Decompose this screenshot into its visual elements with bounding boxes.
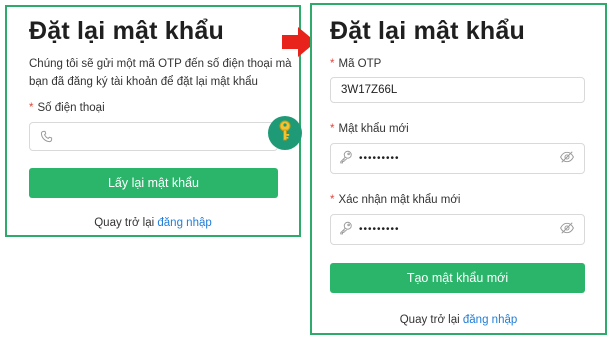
page-title: Đặt lại mật khẩu xyxy=(330,17,525,45)
phone-label: * Số điện thoại xyxy=(29,102,105,114)
password-key-icon xyxy=(339,220,353,239)
back-to-login-text: Quay trở lại xyxy=(94,217,155,229)
back-to-login-text: Quay trở lại xyxy=(399,314,460,326)
description-line-1: Chúng tôi sẽ gửi một mã OTP đến số điện … xyxy=(29,58,292,70)
phone-icon xyxy=(40,130,53,148)
otp-input[interactable]: 3W17Z66L xyxy=(330,77,585,103)
back-to-login: Quay trở lại đăng nhập xyxy=(7,217,299,229)
otp-label-text: Mã OTP xyxy=(338,58,382,70)
phone-input[interactable] xyxy=(29,122,278,151)
otp-value: 3W17Z66L xyxy=(341,84,398,96)
login-link[interactable]: đăng nhập xyxy=(157,217,211,229)
confirm-password-label: * Xác nhận mật khẩu mới xyxy=(330,194,460,206)
new-password-input[interactable]: ••••••••• xyxy=(330,143,585,174)
required-mark: * xyxy=(330,58,335,70)
reset-password-panel: Đặt lại mật khẩu * Mã OTP 3W17Z66L * Mật k… xyxy=(310,3,607,335)
eye-slash-icon[interactable] xyxy=(560,221,574,239)
new-password-label-text: Mật khẩu mới xyxy=(338,123,409,135)
otp-label: * Mã OTP xyxy=(330,58,381,70)
confirm-password-value: ••••••••• xyxy=(359,224,400,235)
login-link[interactable]: đăng nhập xyxy=(463,314,517,326)
required-mark: * xyxy=(330,194,335,206)
confirm-password-label-text: Xác nhận mật khẩu mới xyxy=(338,194,461,206)
description-line-2: bạn đã đăng ký tài khoản để đặt lại mật … xyxy=(29,76,258,88)
back-to-login: Quay trở lại đăng nhập xyxy=(312,314,605,326)
eye-slash-icon[interactable] xyxy=(560,150,574,168)
create-password-button[interactable]: Tạo mật khẩu mới xyxy=(330,263,585,293)
confirm-password-input[interactable]: ••••••••• xyxy=(330,214,585,245)
key-icon xyxy=(275,120,295,147)
page-title: Đặt lại mật khẩu xyxy=(29,17,224,45)
phone-label-text: Số điện thoại xyxy=(37,102,105,114)
new-password-value: ••••••••• xyxy=(359,153,400,164)
required-mark: * xyxy=(330,123,335,135)
key-badge xyxy=(268,116,302,150)
get-password-button[interactable]: Lấy lại mật khẩu xyxy=(29,168,278,198)
new-password-label: * Mật khẩu mới xyxy=(330,123,409,135)
forgot-password-panel: Đặt lại mật khẩu Chúng tôi sẽ gửi một mã… xyxy=(5,5,301,237)
required-mark: * xyxy=(29,102,34,114)
password-key-icon xyxy=(339,149,353,168)
